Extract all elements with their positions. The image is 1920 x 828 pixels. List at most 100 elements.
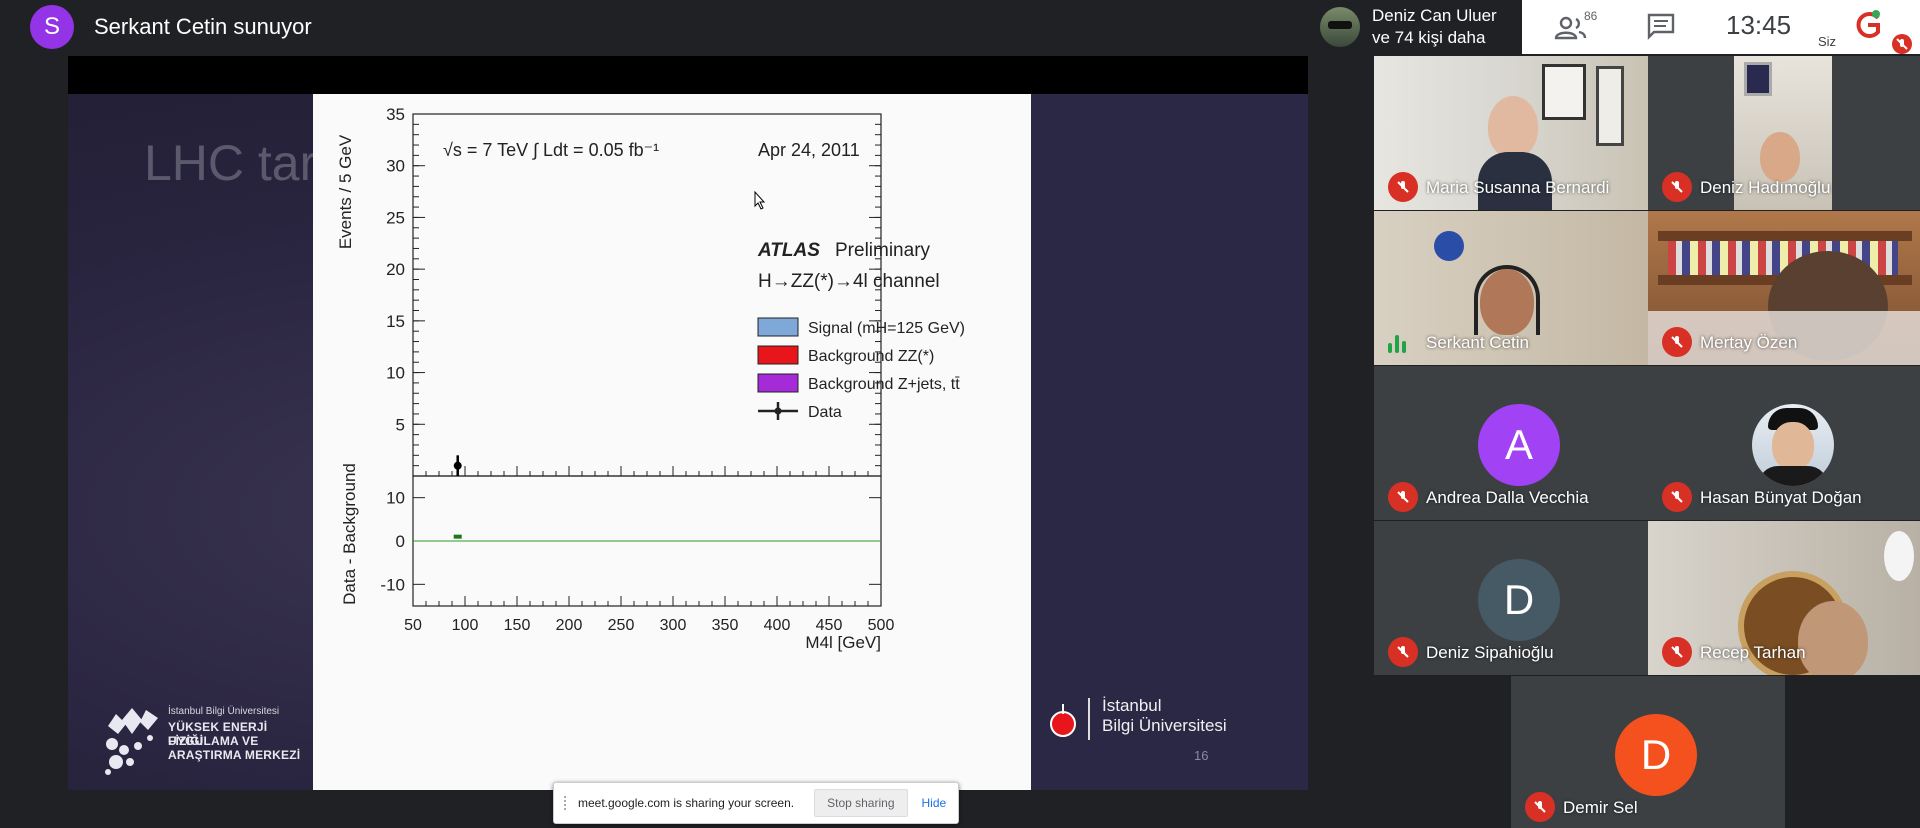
hep-center-emblem-icon [105, 708, 158, 775]
ratio-y-tick-label: -10 [380, 575, 405, 594]
x-tick-label: 400 [764, 617, 791, 634]
presenter-avatar: S [30, 5, 74, 49]
right-logo-line1: İstanbul [1102, 696, 1162, 715]
participant-photo-avatar [1752, 404, 1834, 486]
hide-share-bar-link[interactable]: Hide [922, 796, 947, 810]
participant-tile[interactable]: Maria Susanna Bernardi [1374, 56, 1648, 210]
chat-icon[interactable] [1646, 12, 1676, 40]
participant-name: Deniz Hadımoğlu [1700, 178, 1831, 197]
participant-name: Hasan Bünyat Doğan [1700, 488, 1862, 507]
speaker-avatar [1320, 7, 1360, 47]
x-axis-label: M4l [GeV] [805, 633, 881, 652]
x-tick-label: 300 [660, 617, 687, 634]
ratio-y-tick-label: 0 [396, 532, 405, 551]
y-tick-label: 20 [386, 260, 405, 279]
y-tick-label: 15 [386, 312, 405, 331]
participant-face [1760, 132, 1800, 182]
wall-frame [1744, 62, 1772, 96]
people-summary-line2: ve 74 kişi daha [1372, 28, 1486, 47]
mouse-cursor-icon [754, 190, 766, 210]
slide-page-number: 16 [1194, 748, 1209, 763]
screen-share-bar: meet.google.com is sharing your screen. … [553, 782, 959, 824]
participant-avatar: A [1478, 404, 1560, 486]
participant-name: Deniz Sipahioğlu [1426, 643, 1554, 662]
slide-right-panel [1031, 94, 1308, 790]
y-tick-label: 25 [386, 208, 405, 227]
participant-count-badge: 86 [1584, 9, 1598, 23]
mic-active-icon [1388, 331, 1414, 353]
x-tick-label: 450 [816, 617, 843, 634]
x-tick-label: 150 [504, 617, 531, 634]
shared-screen: LHC tarihçesi ve takvimi... 501001502002… [68, 56, 1308, 824]
participant-tile[interactable]: Serkant Cetin [1374, 211, 1648, 365]
drag-handle-icon[interactable] [564, 796, 570, 810]
legend-label: Data [808, 404, 842, 421]
plot-date: Apr 24, 2011 [758, 140, 860, 160]
left-logo-small: İstanbul Bilgi Üniversitesi [168, 706, 280, 717]
x-tick-label: 500 [868, 617, 895, 634]
meet-window: S Serkant Cetin sunuyor LHC tarihçesi ve… [0, 0, 1920, 828]
participant-tile[interactable]: A Andrea Dalla Vecchia [1374, 366, 1648, 520]
ratio-y-tick-label: 10 [386, 489, 405, 508]
x-tick-label: 100 [452, 617, 479, 634]
participant-tile[interactable]: Deniz Hadımoğlu [1648, 56, 1920, 210]
mic-off-icon [1388, 637, 1418, 667]
desk-lamp [1434, 231, 1464, 261]
right-logo-line2: Bilgi Üniversitesi [1102, 716, 1227, 735]
participant-tile[interactable]: Mertay Özen [1648, 211, 1920, 365]
wall-frame [1596, 66, 1624, 146]
presenter-bar: S Serkant Cetin sunuyor [0, 0, 1308, 54]
logo-separator [1088, 698, 1090, 740]
participant-tile[interactable]: D Demir Sel [1511, 676, 1785, 828]
participant-face [1488, 96, 1538, 158]
participant-avatar: D [1615, 714, 1697, 796]
share-message: meet.google.com is sharing your screen. [578, 796, 795, 810]
participant-name: Andrea Dalla Vecchia [1426, 488, 1589, 507]
wall-frame [1542, 64, 1586, 120]
mic-off-icon [1662, 327, 1692, 357]
left-logo-line2: UYGULAMA VE [168, 734, 259, 748]
stop-sharing-button[interactable]: Stop sharing [814, 789, 908, 817]
participant-face [1798, 601, 1868, 675]
left-logo-line3: ARAŞTIRMA MERKEZİ [168, 748, 301, 762]
participant-name: Mertay Özen [1700, 333, 1798, 352]
participant-name: Recep Tarhan [1700, 643, 1806, 662]
y-axis-label: Events / 5 GeV [336, 134, 355, 249]
y-tick-label: 30 [386, 157, 405, 176]
bilgi-university-logo: İstanbul Bilgi Üniversitesi [1048, 696, 1268, 756]
clock-time: 13:45 [1726, 10, 1792, 40]
residual-point [453, 534, 462, 539]
self-mic-off-icon [1892, 34, 1912, 54]
self-label: Siz [1818, 34, 1837, 49]
slide: LHC tarihçesi ve takvimi... 501001502002… [68, 94, 1308, 790]
bilgi-seal-icon [1050, 704, 1076, 737]
y-tick-label: 10 [386, 364, 405, 383]
mic-off-icon [1525, 792, 1555, 822]
plot-header-text: √s = 7 TeV ∫ Ldt = 0.05 fb⁻¹ [443, 140, 659, 160]
participant-tile[interactable]: Hasan Bünyat Doğan [1648, 366, 1920, 520]
x-tick-label: 250 [608, 617, 635, 634]
participant-avatar: D [1478, 559, 1560, 641]
legend-label: Background Z+jets, tt̄ [808, 376, 960, 393]
participant-tile[interactable]: D Deniz Sipahioğlu [1374, 521, 1648, 675]
x-tick-label: 350 [712, 617, 739, 634]
decay-channel: H→ZZ(*)→4l channel [758, 271, 940, 292]
mic-off-icon [1388, 482, 1418, 512]
ratio-y-axis-label: Data - Background [340, 463, 359, 605]
participant-tile[interactable]: Recep Tarhan [1648, 521, 1920, 675]
orchid [1884, 531, 1914, 581]
people-summary-line1: Deniz Can Uluer [1372, 6, 1497, 25]
data-point [453, 461, 462, 470]
meeting-controls-header: 86 13:45 Siz [1522, 0, 1920, 54]
participant-name: Serkant Cetin [1426, 333, 1529, 352]
y-tick-label: 5 [396, 415, 405, 434]
legend-swatch [757, 317, 799, 337]
mic-off-icon [1662, 482, 1692, 512]
experiment-name: ATLAS [757, 240, 820, 261]
legend-swatch [757, 373, 799, 393]
active-speakers-summary[interactable]: Deniz Can Uluer ve 74 kişi daha [1308, 0, 1522, 54]
hep-center-logo: İstanbul Bilgi Üniversitesi YÜKSEK ENERJ… [102, 700, 302, 776]
x-tick-label: 50 [404, 617, 422, 634]
mic-off-icon [1662, 172, 1692, 202]
legend-data-marker [774, 407, 782, 415]
